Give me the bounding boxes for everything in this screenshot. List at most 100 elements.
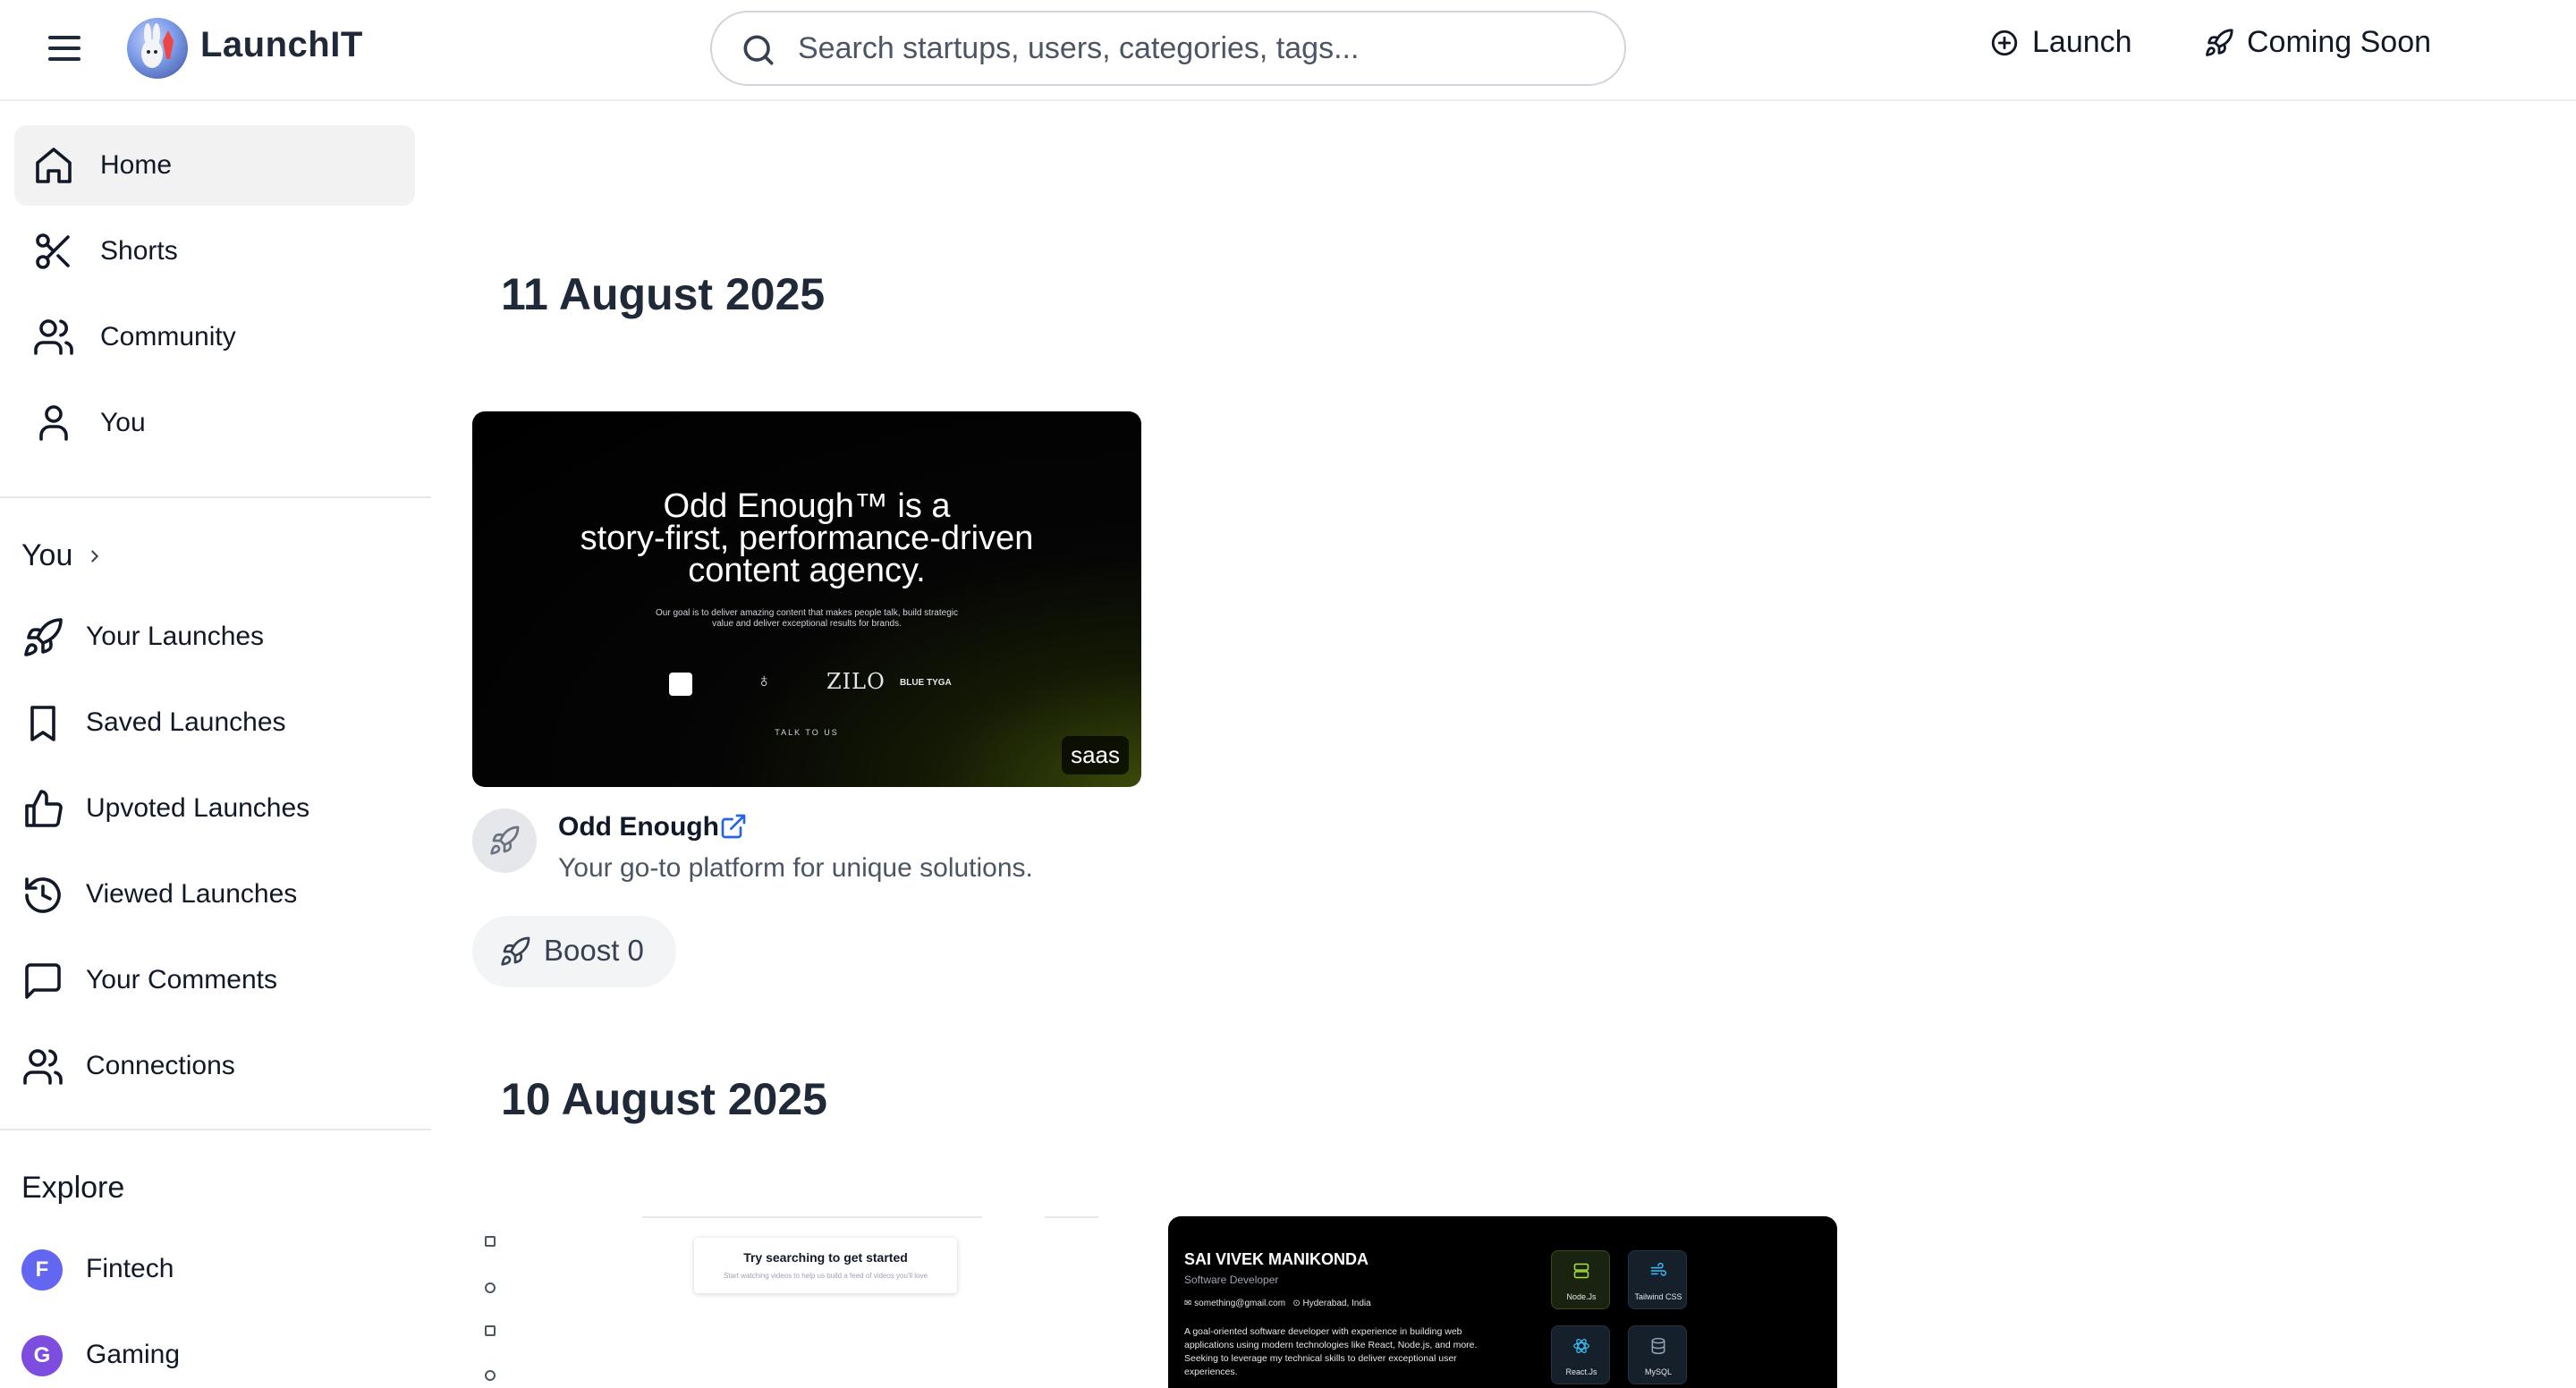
headline-line: story-first, performance-driven — [580, 520, 1034, 557]
sidebar-item-label: Home — [100, 150, 173, 180]
sidebar-item-saved-launches[interactable]: Saved Launches — [0, 683, 431, 764]
sidebar: Home Shorts Community You You Your Launc… — [0, 101, 431, 1388]
portfolio-bio: A goal-oriented software developer with … — [1184, 1326, 1478, 1377]
sidebar-item-viewed-launches[interactable]: Viewed Launches — [0, 855, 431, 935]
launchit-logo-icon[interactable] — [127, 18, 188, 79]
launch-button[interactable]: Launch — [1989, 25, 2132, 60]
home-icon — [36, 148, 72, 183]
comment-icon — [25, 963, 61, 999]
launch-thumbnail[interactable]: Odd Enough™ is a story-first, performanc… — [472, 411, 1141, 787]
sidebar-item-label: Saved Launches — [86, 707, 286, 737]
headline-line: content agency. — [688, 552, 926, 589]
react-icon — [1573, 1338, 1589, 1354]
you-section-title[interactable]: You — [21, 538, 105, 573]
thumbnail-divider — [642, 1216, 982, 1218]
portfolio-contact: ✉ something@gmail.com ⊙ Hyderabad, India — [1184, 1299, 1371, 1308]
sidebar-item-home[interactable]: Home — [14, 125, 415, 206]
launch-avatar[interactable] — [472, 808, 537, 873]
portfolio-email: something@gmail.com — [1194, 1299, 1286, 1308]
sidebar-item-upvoted-launches[interactable]: Upvoted Launches — [0, 769, 431, 850]
search-input[interactable] — [798, 25, 1585, 72]
sidebar-item-shorts[interactable]: Shorts — [14, 211, 415, 292]
client-logo-icon — [669, 673, 692, 696]
external-link-icon[interactable] — [719, 812, 748, 841]
portfolio-name: SAI VIVEK MANIKONDA — [1184, 1250, 1369, 1268]
skill-tile: MySQL — [1628, 1325, 1687, 1384]
mail-icon: ✉ — [1184, 1299, 1195, 1308]
sidebar-item-label: Your Comments — [86, 965, 277, 994]
portfolio-location: Hyderabad, India — [1302, 1299, 1371, 1308]
date-heading: 11 August 2025 — [501, 269, 826, 319]
sidebar-item-label: Fintech — [86, 1254, 174, 1283]
server-icon — [1573, 1263, 1589, 1279]
search-bar[interactable] — [710, 11, 1626, 86]
client-logo: ZILO — [826, 669, 886, 694]
hamburger-menu-icon[interactable] — [45, 32, 84, 64]
category-badge: F — [21, 1249, 63, 1291]
sidebar-item-you[interactable]: You — [14, 383, 415, 463]
skill-label: Node.Js — [1566, 1292, 1597, 1301]
coming-soon-button[interactable]: Coming Soon — [2204, 25, 2431, 60]
empty-state-title: Try searching to get started — [743, 1250, 908, 1265]
boost-button[interactable]: Boost 0 — [472, 916, 676, 987]
boost-label: Boost 0 — [544, 934, 644, 967]
bookmark-icon — [30, 706, 55, 741]
skill-label: React.Js — [1565, 1367, 1597, 1376]
sidebar-item-label: Upvoted Launches — [86, 793, 310, 823]
subtext-line: Our goal is to deliver amazing content t… — [656, 608, 958, 618]
thumbnail-subtext: Our goal is to deliver amazing content t… — [472, 608, 1141, 630]
sidebar-item-your-comments[interactable]: Your Comments — [0, 941, 431, 1021]
sidebar-item-label: Your Launches — [86, 622, 265, 651]
sidebar-item-gaming[interactable]: G Gaming — [0, 1316, 431, 1388]
mini-sidebar — [472, 1227, 508, 1388]
category-tag: saas — [1062, 736, 1129, 774]
empty-state-subtitle: Start watching videos to help us build a… — [724, 1272, 928, 1280]
mini-home-icon — [485, 1236, 496, 1247]
sidebar-item-your-launches[interactable]: Your Launches — [0, 597, 431, 678]
sidebar-item-label: Shorts — [100, 236, 178, 266]
sidebar-item-label: Connections — [86, 1051, 235, 1080]
user-icon — [39, 405, 68, 441]
launch-description: Your go-to platform for unique solutions… — [558, 853, 1033, 883]
rocket-icon — [24, 618, 63, 656]
subtext-line: value and deliver exceptional results fo… — [712, 619, 902, 629]
launch-thumbnail[interactable]: Try searching to get started Start watch… — [472, 1216, 1141, 1388]
sidebar-item-fintech[interactable]: F Fintech — [0, 1230, 431, 1310]
sidebar-item-label: You — [100, 408, 146, 437]
skill-label: Tailwind CSS — [1634, 1292, 1682, 1301]
you-section-label: You — [21, 538, 73, 572]
portfolio-role: Software Developer — [1184, 1274, 1279, 1286]
client-logo: BLUE TYGA — [900, 678, 952, 688]
mini-you-icon — [485, 1370, 496, 1381]
mini-shorts-icon — [485, 1282, 496, 1293]
chevron-right-icon — [91, 549, 99, 563]
thumbnail-cta: TALK TO US — [775, 728, 839, 737]
rocket-icon — [501, 936, 530, 966]
sidebar-item-community[interactable]: Community — [14, 297, 415, 377]
thumbs-up-icon — [25, 790, 63, 827]
skill-label: MySQL — [1644, 1367, 1672, 1376]
top-header: LaunchIT Launch Coming Soon — [0, 0, 2576, 101]
sidebar-item-label: Gaming — [86, 1340, 181, 1369]
sidebar-divider — [0, 1129, 431, 1130]
users-icon — [23, 1049, 63, 1085]
launch-button-label: Launch — [2032, 25, 2132, 59]
thumbnail-divider — [1045, 1216, 1098, 1218]
brand-name[interactable]: LaunchIT — [200, 25, 363, 65]
client-logos: ♁ ZILO BLUE TYGA — [669, 665, 973, 701]
sidebar-item-label: Community — [100, 322, 236, 351]
location-icon: ⊙ — [1287, 1299, 1303, 1308]
headline-line: Odd Enough™ is a — [663, 487, 951, 525]
launch-name[interactable]: Odd Enough — [558, 812, 719, 842]
rocket-icon — [2206, 28, 2233, 56]
mini-community-icon — [485, 1325, 496, 1336]
empty-state-card: Try searching to get started Start watch… — [694, 1238, 957, 1293]
sidebar-item-connections[interactable]: Connections — [0, 1027, 431, 1107]
skill-tile: Tailwind CSS — [1628, 1250, 1687, 1309]
sidebar-divider — [0, 496, 431, 498]
coming-soon-label: Coming Soon — [2247, 25, 2432, 59]
sidebar-item-label: Viewed Launches — [86, 879, 298, 909]
database-icon — [1651, 1337, 1665, 1355]
launch-thumbnail[interactable]: SAI VIVEK MANIKONDA Software Developer ✉… — [1168, 1216, 1837, 1388]
plus-circle-icon — [1991, 30, 2018, 55]
